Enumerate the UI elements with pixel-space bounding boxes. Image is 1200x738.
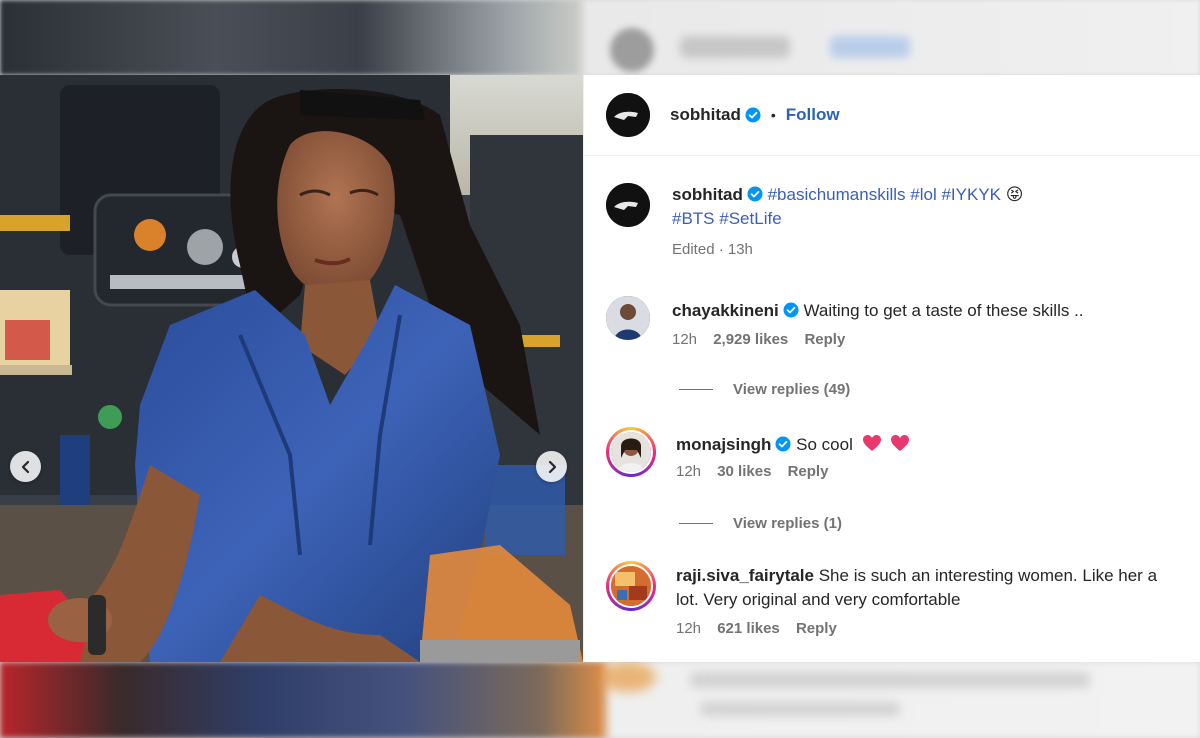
commenter-avatar[interactable] <box>606 427 656 477</box>
blurred-avatar-bottom <box>600 662 656 692</box>
photo-illustration <box>0 75 583 662</box>
reply-button[interactable]: Reply <box>796 620 837 637</box>
comment-text: She is such an interesting women. Like h… <box>818 566 1158 585</box>
post-photo <box>0 75 583 662</box>
replies-divider <box>679 523 713 524</box>
post-details-panel: sobhitad • Follow sobhitad #basichumansk… <box>583 75 1200 662</box>
blurred-avatar <box>610 28 654 72</box>
blurred-comment-meta <box>700 702 900 716</box>
comment-item: raji.siva_fairytale She is such an inter… <box>606 561 1186 637</box>
hashtag-link[interactable]: #SetLife <box>719 209 781 228</box>
caption-author-avatar[interactable] <box>606 183 650 227</box>
separator-dot: • <box>770 107 776 123</box>
author-username[interactable]: sobhitad <box>670 105 741 125</box>
author-avatar[interactable] <box>606 93 650 137</box>
verified-badge-icon <box>775 436 791 452</box>
commenter-username[interactable]: chayakkineni <box>672 301 779 320</box>
caption-username[interactable]: sobhitad <box>672 185 743 204</box>
verified-badge-icon <box>745 107 761 123</box>
commenter-avatar-image <box>611 432 651 472</box>
caption-meta: Edited · 13h <box>672 241 753 258</box>
hashtag-link[interactable]: #BTS <box>672 209 715 228</box>
view-replies-button[interactable]: View replies (49) <box>679 381 850 398</box>
follow-button[interactable]: Follow <box>786 105 840 125</box>
commenter-avatar[interactable] <box>606 561 656 611</box>
commenter-username[interactable]: monajsingh <box>676 435 771 454</box>
comment-likes[interactable]: 621 likes <box>717 620 780 637</box>
view-replies-label: View replies (49) <box>733 381 851 398</box>
blurred-username <box>680 36 790 58</box>
blurred-backdrop-bottom <box>0 662 1200 738</box>
commenter-avatar-image <box>611 566 651 606</box>
tongue-emoji: 😝 <box>1005 185 1024 204</box>
chevron-left-icon <box>21 460 29 473</box>
comment-item: monajsingh So cool 12h 30 likes Reply <box>606 427 1186 480</box>
comment-text-continued: lot. Very original and very comfortable <box>676 590 961 609</box>
view-replies-label: View replies (1) <box>733 515 842 532</box>
heart-emoji-icon <box>891 435 910 451</box>
blurred-comment-line <box>690 672 1090 688</box>
reply-button[interactable]: Reply <box>788 463 829 480</box>
hashtag-link[interactable]: #lol <box>910 185 936 204</box>
comment-text: So cool <box>796 435 853 454</box>
author-avatar-image <box>606 93 650 137</box>
comment-text: Waiting to get a taste of these skills .… <box>803 301 1084 320</box>
chevron-right-icon <box>548 460 556 473</box>
blurred-follow <box>830 36 910 58</box>
commenter-avatar[interactable] <box>606 296 650 340</box>
comment-likes[interactable]: 2,929 likes <box>713 331 788 348</box>
comment-time: 12h <box>672 331 698 348</box>
verified-badge-icon <box>747 186 763 202</box>
commenter-username[interactable]: raji.siva_fairytale <box>676 566 814 585</box>
previous-photo-button[interactable] <box>10 451 41 482</box>
caption-avatar-image <box>606 183 650 227</box>
view-replies-button[interactable]: View replies (1) <box>679 515 842 532</box>
commenter-avatar-image <box>606 296 650 340</box>
reply-button[interactable]: Reply <box>804 331 845 348</box>
comment-likes[interactable]: 30 likes <box>717 463 771 480</box>
post-caption: sobhitad #basichumanskills #lol #IYKYK 😝… <box>606 183 1186 258</box>
comment-item: chayakkineni Waiting to get a taste of t… <box>606 296 1186 348</box>
comment-time: 12h <box>676 620 702 637</box>
post-header: sobhitad • Follow <box>584 75 1200 156</box>
hashtag-link[interactable]: #basichumanskills <box>768 185 906 204</box>
heart-emoji-icon <box>862 435 881 451</box>
blurred-backdrop-top <box>0 0 1200 75</box>
hashtag-link[interactable]: #IYKYK <box>941 185 1001 204</box>
next-photo-button[interactable] <box>536 451 567 482</box>
comment-time: 12h <box>676 463 702 480</box>
verified-badge-icon <box>783 302 799 318</box>
replies-divider <box>679 389 713 390</box>
